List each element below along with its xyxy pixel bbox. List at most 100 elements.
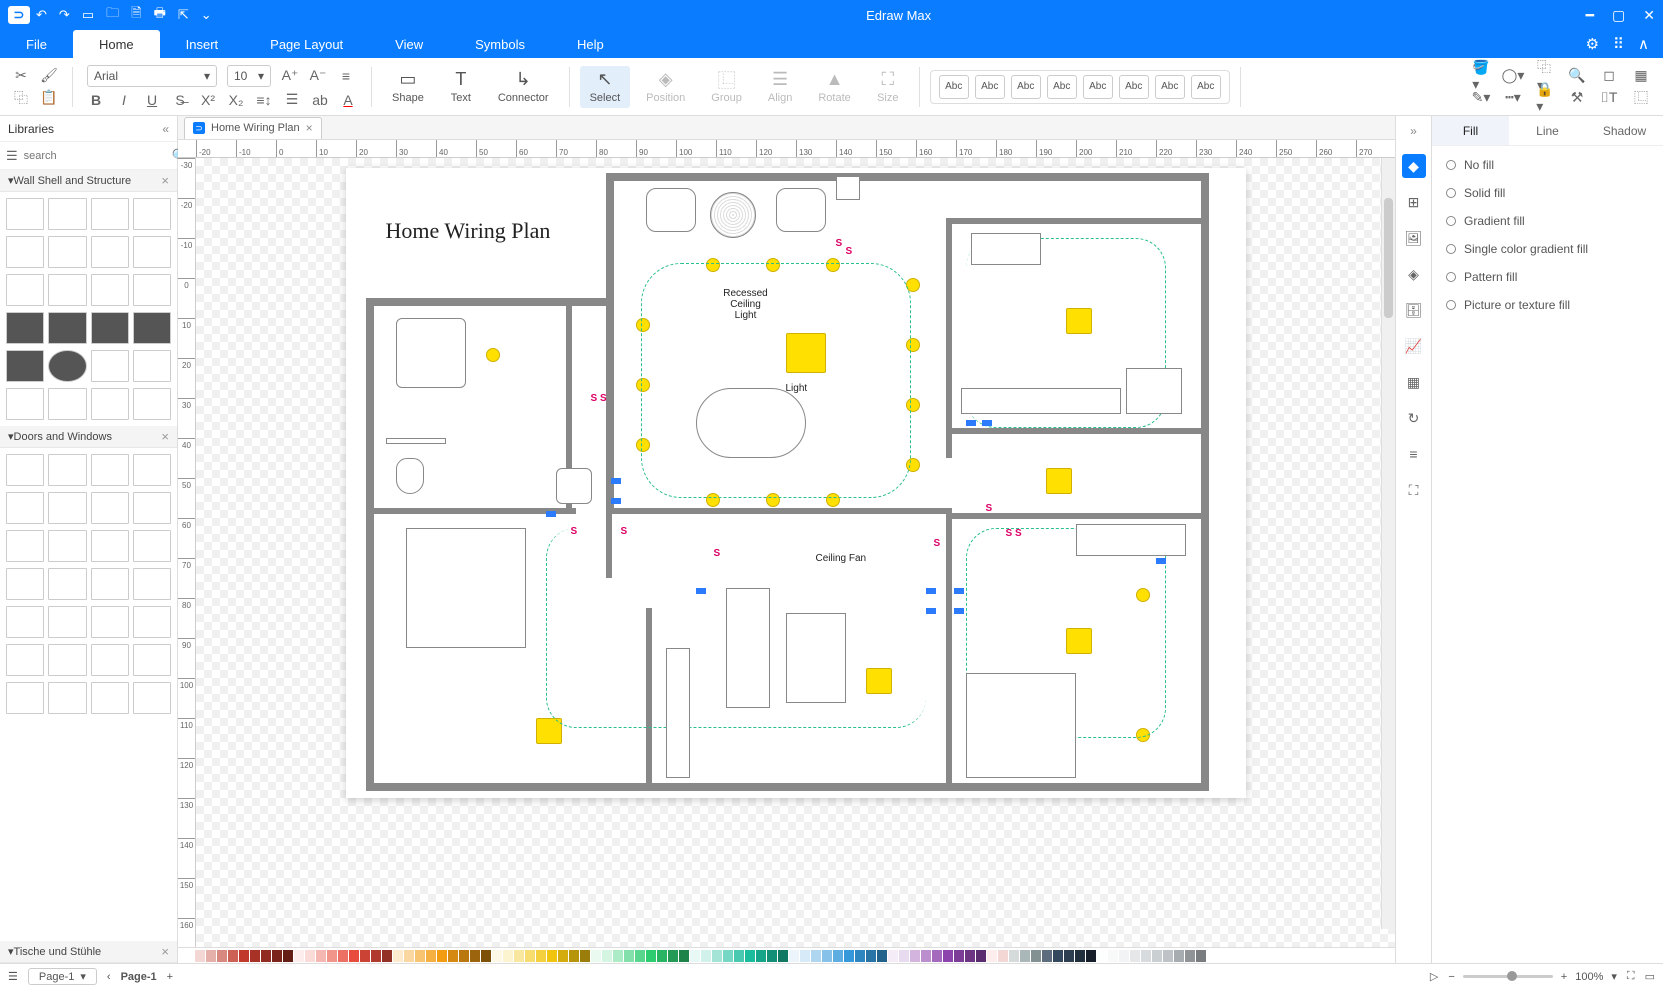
chart-panel-icon[interactable]: 📈 [1402, 334, 1426, 358]
bed[interactable] [966, 673, 1076, 778]
color-swatch[interactable] [679, 950, 689, 962]
subscript-icon[interactable]: X₂ [227, 91, 245, 109]
zoom-menu-icon[interactable]: ▾ [1611, 970, 1617, 983]
shadow-style-icon[interactable]: ◯▾ [1505, 68, 1521, 84]
lib-item[interactable] [91, 644, 129, 676]
zoom-in-icon[interactable]: + [1561, 971, 1567, 983]
style-preset[interactable]: Abc [1119, 75, 1149, 99]
color-swatch[interactable] [305, 950, 315, 962]
fit-width-icon[interactable]: ▭ [1645, 970, 1655, 983]
color-swatch[interactable] [327, 950, 337, 962]
color-swatch[interactable] [1196, 950, 1206, 962]
bold-icon[interactable]: B [87, 91, 105, 109]
color-swatch[interactable] [558, 950, 568, 962]
lib-item[interactable] [133, 530, 171, 562]
style-gallery[interactable]: Abc Abc Abc Abc Abc Abc Abc Abc [930, 70, 1230, 104]
lib-item[interactable] [48, 388, 86, 420]
lib-item[interactable] [48, 236, 86, 268]
wall[interactable] [946, 428, 1206, 434]
paragraph-panel-icon[interactable]: ≡ [1402, 442, 1426, 466]
switch-s[interactable]: S [714, 548, 721, 559]
outlet[interactable] [1156, 558, 1166, 564]
size-tool[interactable]: ⛶Size [867, 66, 909, 108]
color-swatch[interactable] [888, 950, 898, 962]
color-swatch[interactable] [602, 950, 612, 962]
lib-item[interactable] [133, 606, 171, 638]
style-preset[interactable]: Abc [975, 75, 1005, 99]
stove[interactable] [1126, 368, 1182, 414]
library-cat-walls[interactable]: ▾ Wall Shell and Structure× [0, 170, 177, 192]
color-swatch[interactable] [745, 950, 755, 962]
align-text-icon[interactable]: ≡ [337, 67, 355, 85]
bed[interactable] [406, 528, 526, 648]
color-swatch[interactable] [844, 950, 854, 962]
color-swatch[interactable] [437, 950, 447, 962]
color-swatch[interactable] [767, 950, 777, 962]
menu-tab-view[interactable]: View [369, 30, 449, 58]
style-preset[interactable]: Abc [1155, 75, 1185, 99]
fill-opt-single-gradient[interactable]: Single color gradient fill [1446, 242, 1649, 256]
outlet[interactable] [926, 608, 936, 614]
toilet[interactable] [396, 458, 424, 494]
page-list-icon[interactable]: ☰ [8, 970, 18, 983]
lib-item[interactable] [48, 274, 86, 306]
lib-item[interactable] [48, 530, 86, 562]
libraries-search-input[interactable] [24, 147, 166, 165]
color-swatch[interactable] [503, 950, 513, 962]
color-swatch[interactable] [580, 950, 590, 962]
wiring[interactable] [641, 263, 911, 498]
outlet[interactable] [611, 498, 621, 504]
color-swatch[interactable] [690, 950, 700, 962]
drawing-page[interactable]: Home Wiring Plan [346, 168, 1246, 798]
wall[interactable] [606, 173, 1206, 181]
color-swatch[interactable] [811, 950, 821, 962]
color-swatch[interactable] [470, 950, 480, 962]
lib-item[interactable] [91, 312, 129, 344]
collapse-libraries-icon[interactable]: « [162, 122, 169, 136]
color-swatch[interactable] [547, 950, 557, 962]
collapse-ribbon-icon[interactable]: ∧ [1638, 35, 1649, 53]
color-swatch[interactable] [393, 950, 403, 962]
wall[interactable] [946, 513, 952, 791]
menu-tab-file[interactable]: File [0, 30, 73, 58]
switch-s[interactable]: S [986, 503, 993, 514]
layers-icon[interactable]: ▦ [1633, 68, 1649, 84]
position-tool[interactable]: ◈Position [636, 66, 695, 108]
color-swatch[interactable] [1130, 950, 1140, 962]
outlet[interactable] [696, 588, 706, 594]
close-tab-icon[interactable]: × [306, 121, 313, 135]
format-painter-icon[interactable]: 🖌 [40, 67, 58, 85]
fill-opt-solid[interactable]: Solid fill [1446, 186, 1649, 200]
minimize-icon[interactable]: ━ [1586, 7, 1594, 24]
color-swatch[interactable] [382, 950, 392, 962]
picture-panel-icon[interactable]: 🖼 [1402, 226, 1426, 250]
color-swatch[interactable] [1163, 950, 1173, 962]
color-swatch[interactable] [261, 950, 271, 962]
copy-icon[interactable]: ⿻ [12, 89, 30, 107]
page-viewport[interactable]: Home Wiring Plan [196, 158, 1395, 947]
lib-item[interactable] [91, 274, 129, 306]
lib-item[interactable] [6, 492, 44, 524]
history-panel-icon[interactable]: ↻ [1402, 406, 1426, 430]
color-swatch[interactable] [1119, 950, 1129, 962]
menu-tab-insert[interactable]: Insert [160, 30, 245, 58]
lib-item[interactable] [133, 274, 171, 306]
font-name-select[interactable]: Arial▾ [87, 65, 217, 87]
wall[interactable] [366, 783, 1206, 791]
color-swatch[interactable] [921, 950, 931, 962]
lib-item[interactable] [133, 312, 171, 344]
lib-item[interactable] [48, 454, 86, 486]
color-swatch[interactable] [734, 950, 744, 962]
light-sq[interactable] [1046, 468, 1072, 494]
color-swatch[interactable] [1097, 950, 1107, 962]
color-swatch[interactable] [514, 950, 524, 962]
shower[interactable] [396, 318, 466, 388]
library-cat-tables[interactable]: ▾ Tische und Stühle× [0, 941, 177, 963]
color-swatch[interactable] [789, 950, 799, 962]
library-cat-doors[interactable]: ▾ Doors and Windows× [0, 426, 177, 448]
color-swatch[interactable] [591, 950, 601, 962]
color-swatch[interactable] [481, 950, 491, 962]
select-tool[interactable]: ↖Select [580, 66, 631, 108]
color-swatch[interactable] [1042, 950, 1052, 962]
color-swatch[interactable] [943, 950, 953, 962]
